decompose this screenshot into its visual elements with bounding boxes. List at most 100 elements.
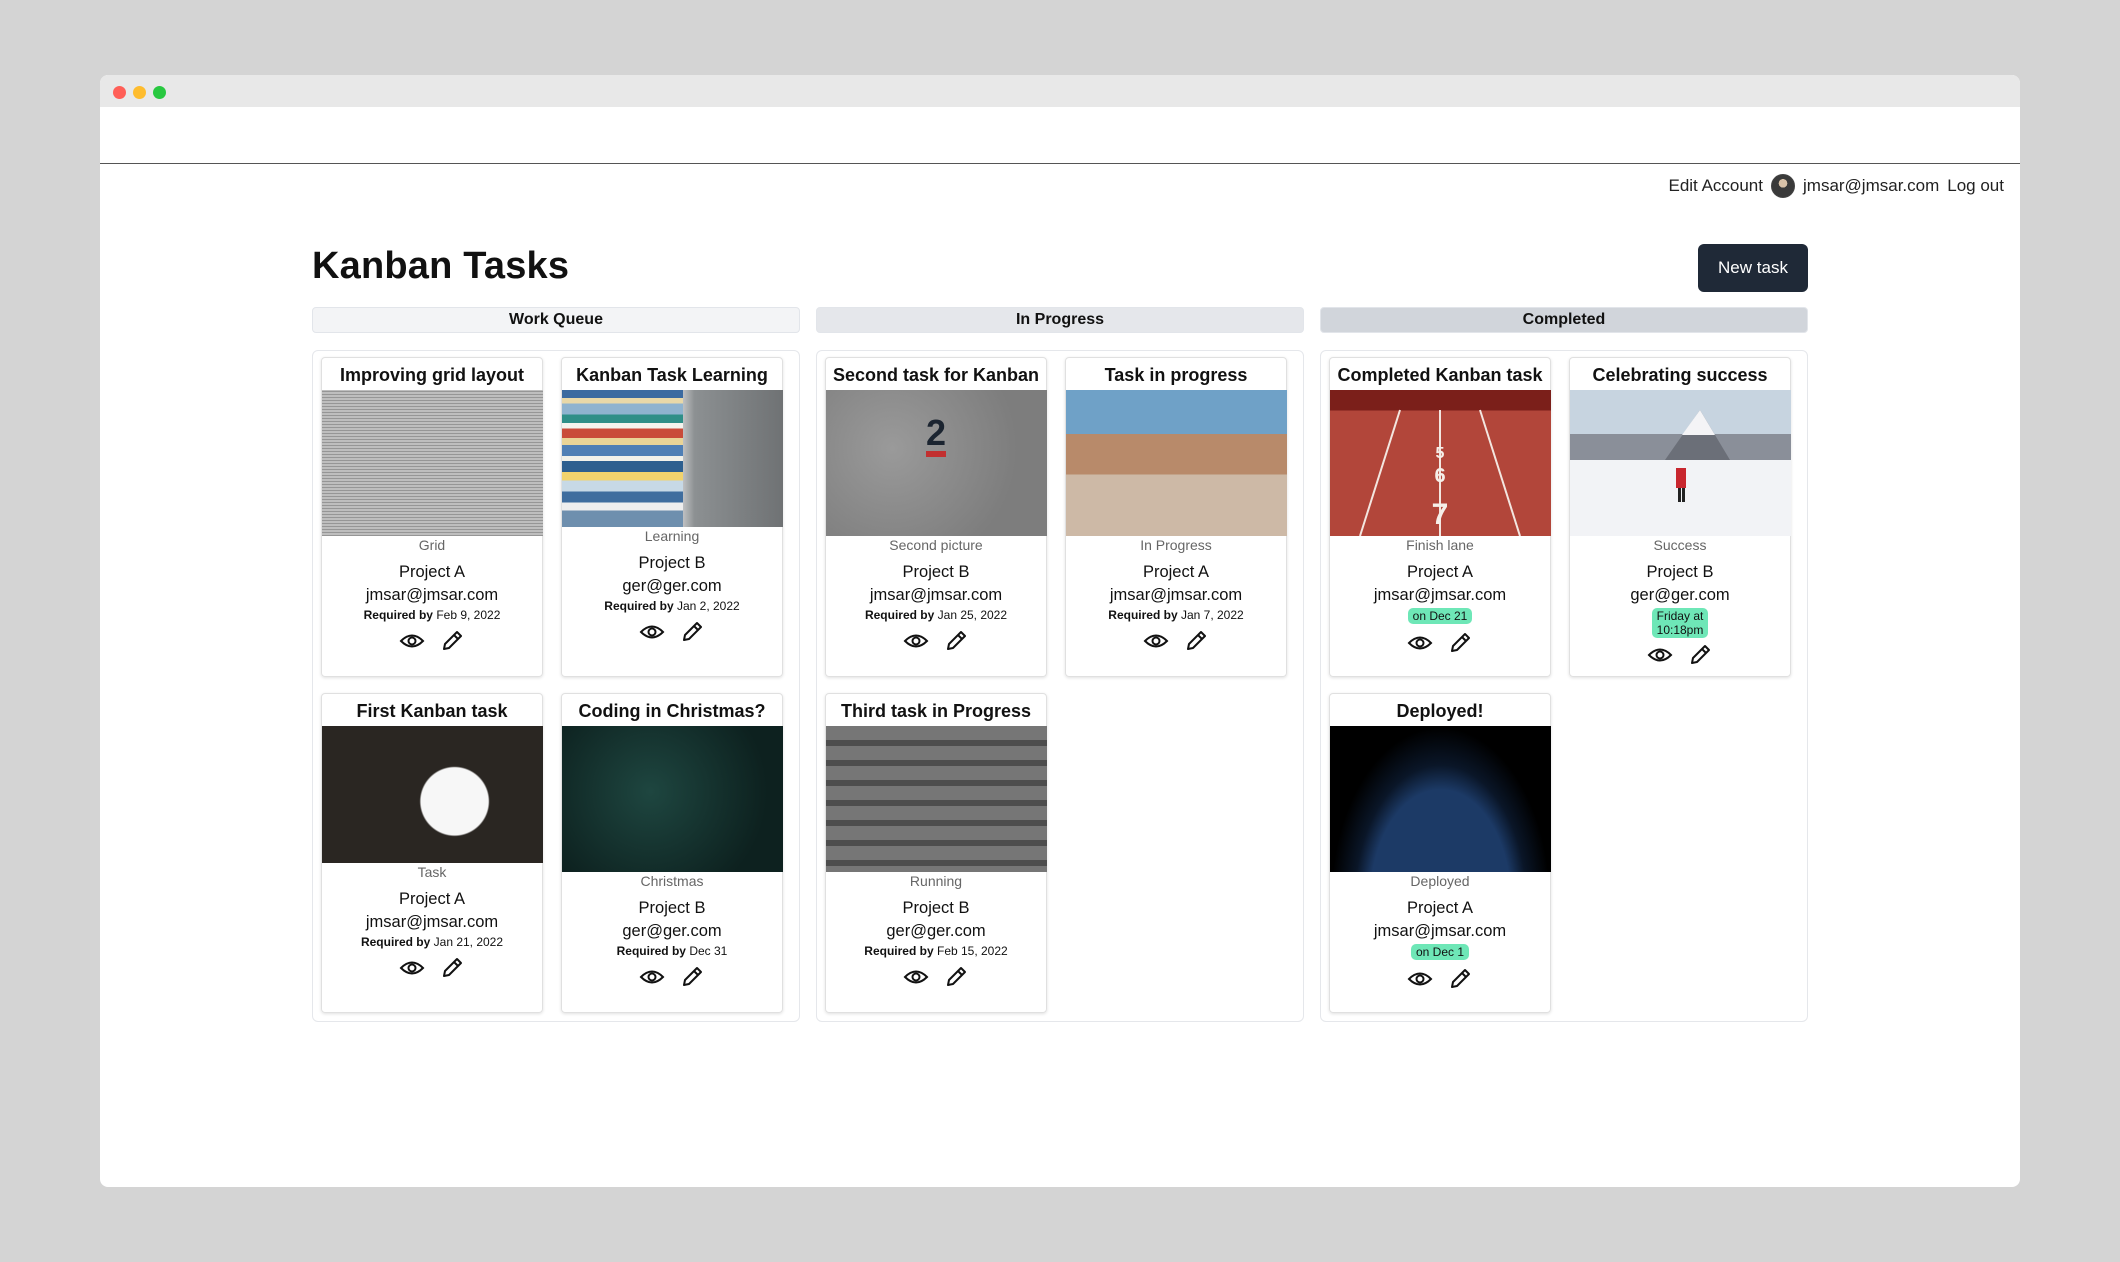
column-body[interactable]: Improving grid layout Grid Project A jms… <box>312 350 800 1022</box>
task-card[interactable]: Celebrating success Success Project B ge… <box>1569 357 1791 677</box>
eye-icon[interactable] <box>1143 630 1169 652</box>
card-project: Project B <box>902 563 970 581</box>
minimize-window-button[interactable] <box>133 86 146 99</box>
card-email: jmsar@jmsar.com <box>1373 922 1507 940</box>
pencil-icon[interactable] <box>679 966 705 988</box>
due-date: Feb 9, 2022 <box>436 608 501 622</box>
due-label: Required by <box>864 608 935 622</box>
card-caption: Christmas <box>640 873 704 889</box>
card-project: Project A <box>398 563 466 581</box>
card-image <box>321 390 543 536</box>
pencil-icon[interactable] <box>943 630 969 652</box>
card-actions <box>903 966 969 988</box>
pencil-icon[interactable] <box>943 966 969 988</box>
due-label: Required by <box>360 935 431 949</box>
card-actions <box>1143 630 1209 652</box>
card-email: jmsar@jmsar.com <box>365 586 499 604</box>
card-image <box>561 390 783 527</box>
column-header: Completed <box>1320 307 1808 333</box>
card-due: Required by Jan 2, 2022 <box>604 599 739 613</box>
due-label: Required by <box>604 599 674 613</box>
eye-icon[interactable] <box>639 966 665 988</box>
task-card[interactable]: Coding in Christmas? Christmas Project B… <box>561 693 783 1013</box>
card-title: Task in progress <box>1104 365 1248 385</box>
close-window-button[interactable] <box>113 86 126 99</box>
card-title: Second task for Kanban <box>832 365 1040 385</box>
column-in-progress: In Progress Second task for Kanban 2 Sec… <box>816 307 1304 1022</box>
card-caption: Learning <box>644 528 700 544</box>
card-actions <box>1407 968 1473 990</box>
task-card[interactable]: First Kanban task Task Project A jmsar@j… <box>321 693 543 1013</box>
due-date: Dec 31 <box>689 944 728 958</box>
card-caption: Task <box>417 864 447 880</box>
card-due: Required by Jan 21, 2022 <box>361 935 503 949</box>
new-task-button[interactable]: New task <box>1698 244 1808 292</box>
pencil-icon[interactable] <box>1183 630 1209 652</box>
card-caption: Finish lane <box>1406 537 1474 553</box>
eye-icon[interactable] <box>903 630 929 652</box>
mountain-graphic <box>1664 410 1730 502</box>
card-project: Project A <box>1142 563 1210 581</box>
card-title: First Kanban task <box>356 701 508 721</box>
card-caption: Success <box>1653 537 1707 553</box>
page-title: Kanban Tasks <box>312 245 570 287</box>
card-image: 2 <box>825 390 1047 536</box>
eye-icon[interactable] <box>1407 632 1433 654</box>
completed-badge: on Dec 21 <box>1407 608 1473 624</box>
task-card[interactable]: Kanban Task Learning Learning Project B … <box>561 357 783 677</box>
due-date: Jan 25, 2022 <box>937 608 1008 622</box>
maximize-window-button[interactable] <box>153 86 166 99</box>
task-card[interactable]: Completed Kanban task 7 6 5 Finish lane … <box>1329 357 1551 677</box>
card-email: jmsar@jmsar.com <box>1373 586 1507 604</box>
eye-icon[interactable] <box>903 966 929 988</box>
card-caption: Running <box>909 873 963 889</box>
logout-link[interactable]: Log out <box>1947 176 2004 196</box>
due-label: Required by <box>864 944 934 958</box>
card-title: Coding in Christmas? <box>578 701 766 721</box>
card-due: Required by Feb 15, 2022 <box>864 944 1007 958</box>
badge-time: 10:18pm <box>1656 623 1704 637</box>
card-email: ger@ger.com <box>622 922 722 940</box>
card-actions <box>399 630 465 652</box>
card-actions <box>399 957 465 979</box>
due-date: Jan 7, 2022 <box>1180 608 1244 622</box>
card-title: Completed Kanban task <box>1337 365 1543 385</box>
card-image <box>561 726 783 872</box>
task-card[interactable]: Task in progress In Progress Project A j… <box>1065 357 1287 677</box>
completed-badge: Friday at 10:18pm <box>1651 608 1709 638</box>
card-due: Required by Dec 31 <box>617 944 728 958</box>
eye-icon[interactable] <box>399 957 425 979</box>
eye-icon[interactable] <box>399 630 425 652</box>
card-image <box>1065 390 1287 536</box>
card-project: Project B <box>638 554 706 572</box>
task-card[interactable]: Deployed! Deployed Project A jmsar@jmsar… <box>1329 693 1551 1013</box>
pencil-icon[interactable] <box>439 957 465 979</box>
due-date: Jan 21, 2022 <box>433 935 504 949</box>
task-card[interactable]: Improving grid layout Grid Project A jms… <box>321 357 543 677</box>
pencil-icon[interactable] <box>679 621 705 643</box>
edit-account-link[interactable]: Edit Account <box>1668 176 1763 196</box>
eye-icon[interactable] <box>1647 644 1673 666</box>
column-header: In Progress <box>816 307 1304 333</box>
books-stack <box>561 390 684 527</box>
user-nav: Edit Account jmsar@jmsar.com Log out <box>1668 174 2004 198</box>
card-due: Required by Jan 7, 2022 <box>1108 608 1243 622</box>
pencil-icon[interactable] <box>1447 968 1473 990</box>
column-completed: Completed Completed Kanban task 7 6 5 Fi… <box>1320 307 1808 1022</box>
avatar[interactable] <box>1771 174 1795 198</box>
column-body[interactable]: Completed Kanban task 7 6 5 Finish lane … <box>1320 350 1808 1022</box>
eye-icon[interactable] <box>639 621 665 643</box>
completed-badge: on Dec 1 <box>1410 944 1470 960</box>
column-body[interactable]: Second task for Kanban 2 Second picture … <box>816 350 1304 1022</box>
due-label: Required by <box>1108 608 1178 622</box>
task-card[interactable]: Third task in Progress Running Project B… <box>825 693 1047 1013</box>
task-card[interactable]: Second task for Kanban 2 Second picture … <box>825 357 1047 677</box>
eye-icon[interactable] <box>1407 968 1433 990</box>
pencil-icon[interactable] <box>1447 632 1473 654</box>
card-caption: Deployed <box>1410 873 1470 889</box>
card-image <box>1569 390 1791 536</box>
pencil-icon[interactable] <box>1687 644 1713 666</box>
svg-text:6: 6 <box>1434 465 1445 487</box>
pencil-icon[interactable] <box>439 630 465 652</box>
user-email-link[interactable]: jmsar@jmsar.com <box>1803 176 1939 196</box>
